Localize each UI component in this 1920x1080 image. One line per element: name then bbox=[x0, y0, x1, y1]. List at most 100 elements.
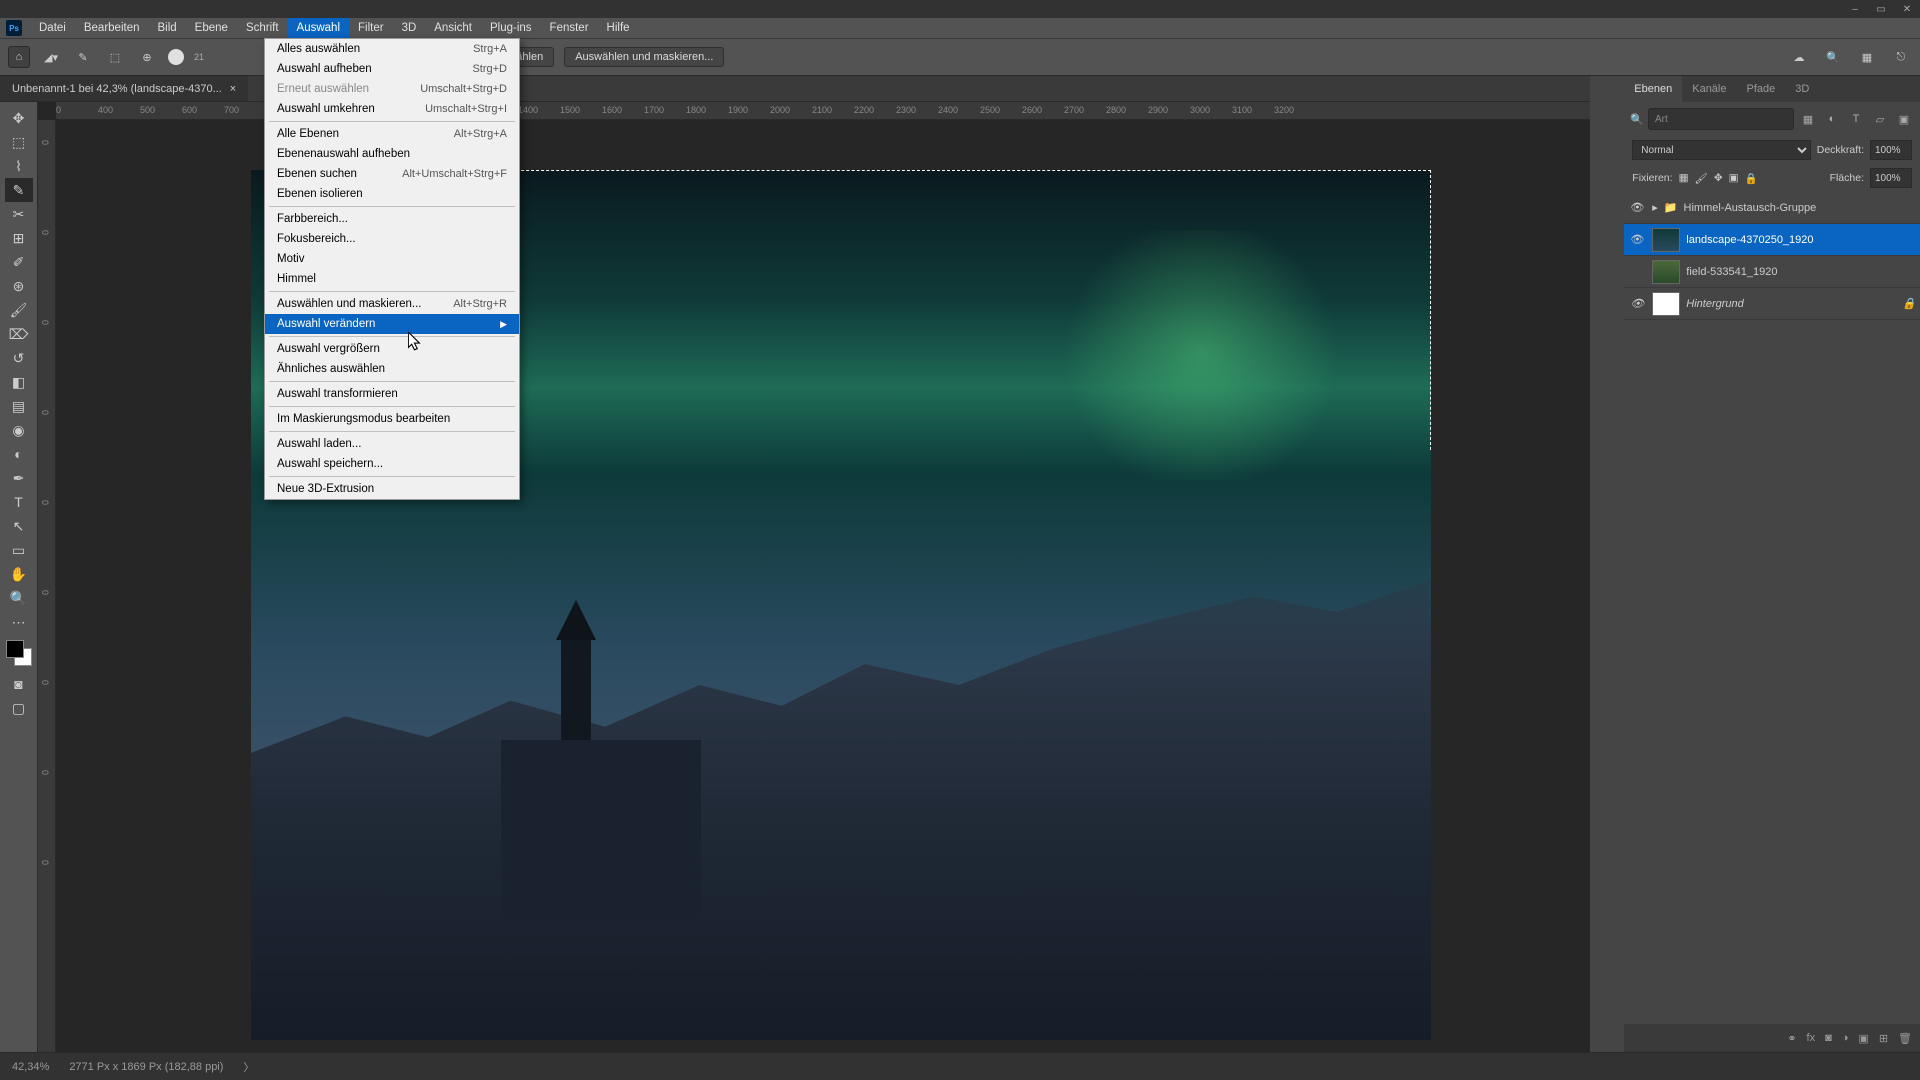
layer-thumbnail[interactable] bbox=[1652, 228, 1680, 252]
layer-name[interactable]: landscape-4370250_1920 bbox=[1686, 234, 1813, 246]
quickselect-tool[interactable]: ✎ bbox=[5, 178, 33, 202]
fx-icon[interactable]: fx bbox=[1807, 1032, 1816, 1044]
menu-ansicht[interactable]: Ansicht bbox=[425, 18, 481, 38]
quickmask-tool[interactable]: ◙ bbox=[5, 672, 33, 696]
expand-icon[interactable]: ▸ bbox=[1652, 201, 1658, 214]
link-layers-icon[interactable]: ⚭ bbox=[1787, 1032, 1796, 1045]
close-tab-icon[interactable]: × bbox=[230, 83, 236, 95]
layer-name[interactable]: field-533541_1920 bbox=[1686, 266, 1777, 278]
menu-item-ebenenauswahl-aufheben[interactable]: Ebenenauswahl aufheben bbox=[265, 144, 519, 164]
gradient-tool[interactable]: ▤ bbox=[5, 394, 33, 418]
menu-item-auswahl-vergr-ern[interactable]: Auswahl vergrößern bbox=[265, 339, 519, 359]
eraser-tool[interactable]: ◧ bbox=[5, 370, 33, 394]
opt-mask-button[interactable]: Auswählen und maskieren... bbox=[564, 47, 724, 67]
group-icon[interactable]: ▣ bbox=[1858, 1032, 1868, 1045]
tool-preset-icon[interactable]: ◢▾ bbox=[40, 46, 62, 68]
tab-ebenen[interactable]: Ebenen bbox=[1624, 76, 1682, 102]
share-icon[interactable]: ⎋ bbox=[1890, 46, 1912, 68]
lock-paint-icon[interactable]: 🖌 bbox=[1694, 172, 1707, 185]
move-tool[interactable]: ✥ bbox=[5, 106, 33, 130]
menu-item-fokusbereich-[interactable]: Fokusbereich... bbox=[265, 229, 519, 249]
layer-row[interactable]: 👁landscape-4370250_1920 bbox=[1624, 224, 1920, 256]
lock-all-icon[interactable]: 🔒 bbox=[1745, 172, 1758, 185]
layer-row[interactable]: 👁▸📁Himmel-Austausch-Gruppe bbox=[1624, 192, 1920, 224]
type-tool[interactable]: T bbox=[5, 490, 33, 514]
history-brush-tool[interactable]: ↺ bbox=[5, 346, 33, 370]
heal-tool[interactable]: ⊛ bbox=[5, 274, 33, 298]
tab-pfade[interactable]: Pfade bbox=[1737, 76, 1786, 102]
fill-input[interactable] bbox=[1870, 168, 1912, 188]
new-layer-icon[interactable]: ⊞ bbox=[1879, 1032, 1888, 1045]
filter-shape-icon[interactable]: ▱ bbox=[1870, 109, 1890, 129]
zoom-level[interactable]: 42,34% bbox=[12, 1061, 49, 1073]
blur-tool[interactable]: ◉ bbox=[5, 418, 33, 442]
layer-filter-input[interactable] bbox=[1648, 108, 1794, 130]
path-tool[interactable]: ↖ bbox=[5, 514, 33, 538]
opacity-input[interactable] bbox=[1870, 140, 1912, 160]
lock-position-icon[interactable]: ✥ bbox=[1714, 172, 1723, 184]
menu-item-auswahl-laden-[interactable]: Auswahl laden... bbox=[265, 434, 519, 454]
tab-3d[interactable]: 3D bbox=[1785, 76, 1819, 102]
quickselect-icon[interactable]: ⬚ bbox=[104, 46, 126, 68]
lasso-tool[interactable]: ⌇ bbox=[5, 154, 33, 178]
filter-adjust-icon[interactable]: ◐ bbox=[1822, 109, 1842, 129]
menu-item-auswahl-transformieren[interactable]: Auswahl transformieren bbox=[265, 384, 519, 404]
menu-item-auswahl-ver-ndern[interactable]: Auswahl verändern▶ bbox=[265, 314, 519, 334]
collapsed-panel-strip[interactable] bbox=[1590, 76, 1624, 1052]
filter-smart-icon[interactable]: ▣ bbox=[1894, 109, 1914, 129]
layer-row[interactable]: field-533541_1920 bbox=[1624, 256, 1920, 288]
menu-item-farbbereich-[interactable]: Farbbereich... bbox=[265, 209, 519, 229]
menu-item-auswahl-speichern-[interactable]: Auswahl speichern... bbox=[265, 454, 519, 474]
menu-item-ebenen-isolieren[interactable]: Ebenen isolieren bbox=[265, 184, 519, 204]
lock-icon[interactable]: 🔒 bbox=[1902, 297, 1916, 310]
menu-item-motiv[interactable]: Motiv bbox=[265, 249, 519, 269]
wand-icon[interactable]: ✎ bbox=[72, 46, 94, 68]
home-button[interactable]: ⌂ bbox=[8, 46, 30, 68]
marquee-tool[interactable]: ⬚ bbox=[5, 130, 33, 154]
menu-item-ausw-hlen-und-maskieren-[interactable]: Auswählen und maskieren...Alt+Strg+R bbox=[265, 294, 519, 314]
filter-image-icon[interactable]: ▦ bbox=[1798, 109, 1818, 129]
menu-schrift[interactable]: Schrift bbox=[237, 18, 288, 38]
menu-item-im-maskierungsmodus-bearbeiten[interactable]: Im Maskierungsmodus bearbeiten bbox=[265, 409, 519, 429]
menu-fenster[interactable]: Fenster bbox=[541, 18, 598, 38]
ruler-vertical[interactable]: 000000000 bbox=[38, 120, 56, 1052]
layer-thumbnail[interactable] bbox=[1652, 292, 1680, 316]
menu-item-alle-ebenen[interactable]: Alle EbenenAlt+Strg+A bbox=[265, 124, 519, 144]
hand-tool[interactable]: ✋ bbox=[5, 562, 33, 586]
adjustment-icon[interactable]: ◑ bbox=[1842, 1032, 1849, 1044]
window-minimize[interactable]: – bbox=[1846, 2, 1864, 16]
menu-plugins[interactable]: Plug-ins bbox=[481, 18, 541, 38]
brush-preview-icon[interactable] bbox=[168, 49, 184, 65]
blend-mode-select[interactable]: Normal bbox=[1632, 140, 1810, 160]
window-maximize[interactable]: ▭ bbox=[1872, 2, 1890, 16]
menu-item-ebenen-suchen[interactable]: Ebenen suchenAlt+Umschalt+Strg+F bbox=[265, 164, 519, 184]
window-close[interactable]: ✕ bbox=[1898, 2, 1916, 16]
cloud-icon[interactable]: ☁ bbox=[1788, 46, 1810, 68]
status-arrow-icon[interactable]: 〉 bbox=[243, 1059, 254, 1075]
menu-hilfe[interactable]: Hilfe bbox=[598, 18, 639, 38]
menu-item-alles-ausw-hlen[interactable]: Alles auswählenStrg+A bbox=[265, 39, 519, 59]
dodge-tool[interactable]: ◐ bbox=[5, 442, 33, 466]
brush-tool[interactable]: 🖌 bbox=[5, 298, 33, 322]
layer-thumbnail[interactable] bbox=[1652, 260, 1680, 284]
menu-auswahl[interactable]: Auswahl bbox=[288, 18, 349, 38]
color-swatches[interactable] bbox=[6, 640, 32, 666]
brush-add-icon[interactable]: ⊕ bbox=[136, 46, 158, 68]
menu-3d[interactable]: 3D bbox=[393, 18, 426, 38]
menu-item-neue-3d-extrusion[interactable]: Neue 3D-Extrusion bbox=[265, 479, 519, 499]
search-icon[interactable]: 🔍 bbox=[1822, 46, 1844, 68]
eyedropper-tool[interactable]: ✐ bbox=[5, 250, 33, 274]
document-tab[interactable]: Unbenannt-1 bei 42,3% (landscape-4370...… bbox=[0, 76, 248, 101]
screenmode-tool[interactable]: ▢ bbox=[5, 696, 33, 720]
visibility-icon[interactable]: 👁 bbox=[1628, 201, 1646, 214]
workspace-icon[interactable]: ▦ bbox=[1856, 46, 1878, 68]
foreground-color[interactable] bbox=[6, 640, 24, 658]
trash-icon[interactable]: 🗑 bbox=[1898, 1032, 1912, 1045]
crop-tool[interactable]: ✂ bbox=[5, 202, 33, 226]
filter-type-icon[interactable]: T bbox=[1846, 109, 1866, 129]
more-tools-icon[interactable]: ⋯ bbox=[5, 610, 33, 634]
stamp-tool[interactable]: ⌦ bbox=[5, 322, 33, 346]
menu-bild[interactable]: Bild bbox=[148, 18, 185, 38]
mask-icon[interactable]: ◙ bbox=[1825, 1032, 1832, 1044]
frame-tool[interactable]: ⊞ bbox=[5, 226, 33, 250]
